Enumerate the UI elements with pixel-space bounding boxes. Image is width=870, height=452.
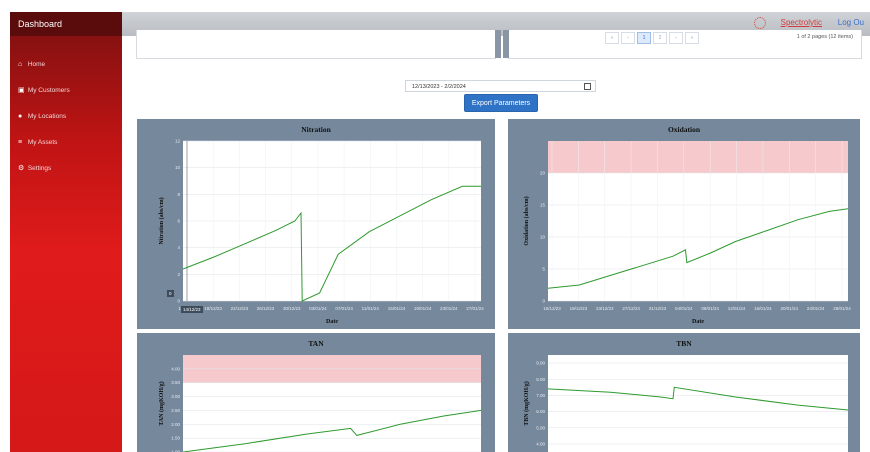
y-tick-label: 5.00 <box>536 425 545 430</box>
tan-chart-card: TAN 1.00 1.50 2.00 2.50 3.00 3.50 4.00 TAN (mgK… <box>137 333 495 452</box>
oxidation-chart: 0 5 10 15 20 15/12/23 19/12/23 23/12/23 27/12/23… <box>523 141 851 325</box>
sidebar-item-label: My Customers <box>27 87 70 94</box>
pager-prev-button[interactable]: ‹ <box>621 32 635 44</box>
y-tick-label: 12 <box>175 139 181 144</box>
upper-left-panel <box>136 30 501 59</box>
logout-link[interactable]: Log Ou <box>838 18 864 27</box>
nitration-chart: 0 2 4 6 8 10 12 14/12/2318/12/23 22/12/23 26/12/2… <box>158 139 484 326</box>
date-range-value: 12/13/2023 - 2/2/2024 <box>412 84 466 90</box>
x-tick-label: 11/01/24 <box>362 306 380 311</box>
y-axis-label: Nitration (abs/cm) <box>158 197 165 244</box>
sidebar-item-label: Home <box>27 61 46 68</box>
pager-last-button[interactable]: » <box>685 32 699 44</box>
y-tick-label: 20 <box>540 171 546 176</box>
sidebar-item-label: Settings <box>27 165 52 172</box>
y-tick-label: 2 <box>177 272 180 277</box>
tbn-chart: 4.00 5.00 6.00 7.00 8.00 9.00 TBN (mgKOH/g) <box>523 355 849 452</box>
tan-chart: 1.001.502.002.503.003.504.00TAN (mgKOH/g… <box>158 355 482 452</box>
x-tick-label: 27/12/23 <box>622 306 640 311</box>
brand-link[interactable]: Spectrolytic <box>781 18 822 27</box>
date-range-input[interactable]: 12/13/2023 - 2/2/2024 <box>405 80 596 92</box>
x-tick-label: 24/01/24 <box>807 306 825 311</box>
y-tick-label: 7.00 <box>536 393 545 398</box>
y-tick-label: 6 <box>177 219 180 224</box>
sidebar-item-home[interactable]: ⌂ Home <box>10 58 122 72</box>
y-tick-label: 4.00 <box>536 441 545 446</box>
y-tick-label: 3.50 <box>171 380 180 385</box>
spectrolytic-logo-icon <box>754 17 766 29</box>
sliders-icon: ≡ <box>18 139 23 146</box>
x-tick-label: 15/01/24 <box>388 306 406 311</box>
pager-first-button[interactable]: « <box>605 32 619 44</box>
oxidation-chart-card: Oxidation 0 5 10 15 20 15/12/23 19/12/23 23/12/… <box>508 119 860 329</box>
y-tick-label: 6.00 <box>536 409 545 414</box>
plot-area <box>548 355 848 452</box>
sidebar-item-label: My Assets <box>27 139 58 146</box>
x-tick-label: 30/12/23 <box>283 306 301 311</box>
x-tick-label: 19/12/23 <box>570 306 588 311</box>
sidebar-item-my-locations[interactable]: ● My Locations <box>10 110 122 124</box>
x-tick-label: 26/12/23 <box>257 306 275 311</box>
y-tick-label: 8.00 <box>536 377 545 382</box>
y-tick-label: 15 <box>540 203 546 208</box>
y-axis-label: Oxidation (abs/cm) <box>523 196 530 245</box>
y-tick-label: 4 <box>177 245 180 250</box>
nitration-chart-card: Nitration 02468101214/12/2318/12/2322/12… <box>137 119 495 329</box>
pager-page-2-button[interactable]: 2 <box>653 32 667 44</box>
x-tick-label: 04/01/24 <box>675 306 693 311</box>
sidebar: Dashboard ⌂ Home ▣ My Customers ● My Loc… <box>10 12 122 452</box>
export-parameters-button[interactable]: Export Parameters <box>464 94 538 112</box>
x-tick-label: 03/01/24 <box>309 306 327 311</box>
x-tick-label: 16/01/24 <box>754 306 772 311</box>
sidebar-item-my-assets[interactable]: ≡ My Assets <box>10 136 122 150</box>
y-tick-label: 2.50 <box>171 408 180 413</box>
sidebar-item-label: My Locations <box>27 113 67 120</box>
briefcase-icon: ▣ <box>18 87 25 94</box>
home-icon: ⌂ <box>18 61 23 68</box>
y-tick-label: 0 <box>177 299 180 304</box>
calendar-icon[interactable] <box>584 83 591 90</box>
cursor-x-label: 14/12/23 <box>181 306 203 313</box>
x-axis-label: Date <box>692 319 704 325</box>
x-tick-label: 23/01/24 <box>440 306 458 311</box>
sidebar-item-settings[interactable]: ⚙ Settings <box>10 162 122 176</box>
gear-icon: ⚙ <box>18 165 25 172</box>
app-title: Dashboard <box>10 12 122 36</box>
pager-page-1-button[interactable]: 1 <box>637 32 651 44</box>
x-tick-label: 28/01/24 <box>833 306 851 311</box>
upper-right-panel: « ‹ 1 2 › » 1 of 2 pages (12 items) <box>503 30 862 59</box>
y-tick-label: 9.00 <box>536 361 545 366</box>
x-tick-label: 23/12/23 <box>596 306 614 311</box>
x-tick-label: 27/01/24 <box>466 306 484 311</box>
y-tick-label: 5 <box>542 267 545 272</box>
x-tick-label: 22/12/23 <box>231 306 249 311</box>
y-tick-label: 1.50 <box>171 436 180 441</box>
threshold-band <box>548 141 848 173</box>
y-tick-label: 3.00 <box>171 394 180 399</box>
x-tick-label: 15/12/23 <box>543 306 561 311</box>
pager-info: 1 of 2 pages (12 items) <box>796 34 853 40</box>
x-tick-label: 20/01/24 <box>781 306 799 311</box>
x-axis-label: Date <box>326 319 338 325</box>
x-tick-label: 08/01/24 <box>701 306 719 311</box>
pager-next-button[interactable]: › <box>669 32 683 44</box>
y-tick-label: 10 <box>540 235 546 240</box>
x-tick-label: 19/01/24 <box>414 306 432 311</box>
y-tick-label: 0 <box>542 299 545 304</box>
y-tick-label: 8 <box>177 192 180 197</box>
x-tick-label: 18/12/23 <box>204 306 222 311</box>
y-tick-label: 2.00 <box>171 422 180 427</box>
x-tick-label: 12/01/24 <box>728 306 746 311</box>
x-tick-label: 31/12/23 <box>649 306 667 311</box>
tbn-chart-card: TBN 4.00 5.00 6.00 7.00 8.00 9.00 TBN (mgKOH/g… <box>508 333 860 452</box>
globe-icon: ● <box>18 113 23 120</box>
x-tick-label: 07/01/24 <box>335 306 353 311</box>
sidebar-item-my-customers[interactable]: ▣ My Customers <box>10 84 122 98</box>
y-axis-label: TAN (mgKOH/g) <box>158 381 165 425</box>
y-tick-label: 4.00 <box>171 366 180 371</box>
cursor-y-label: 0 <box>167 290 174 297</box>
y-axis-label: TBN (mgKOH/g) <box>523 381 530 426</box>
y-tick-label: 10 <box>175 165 181 170</box>
